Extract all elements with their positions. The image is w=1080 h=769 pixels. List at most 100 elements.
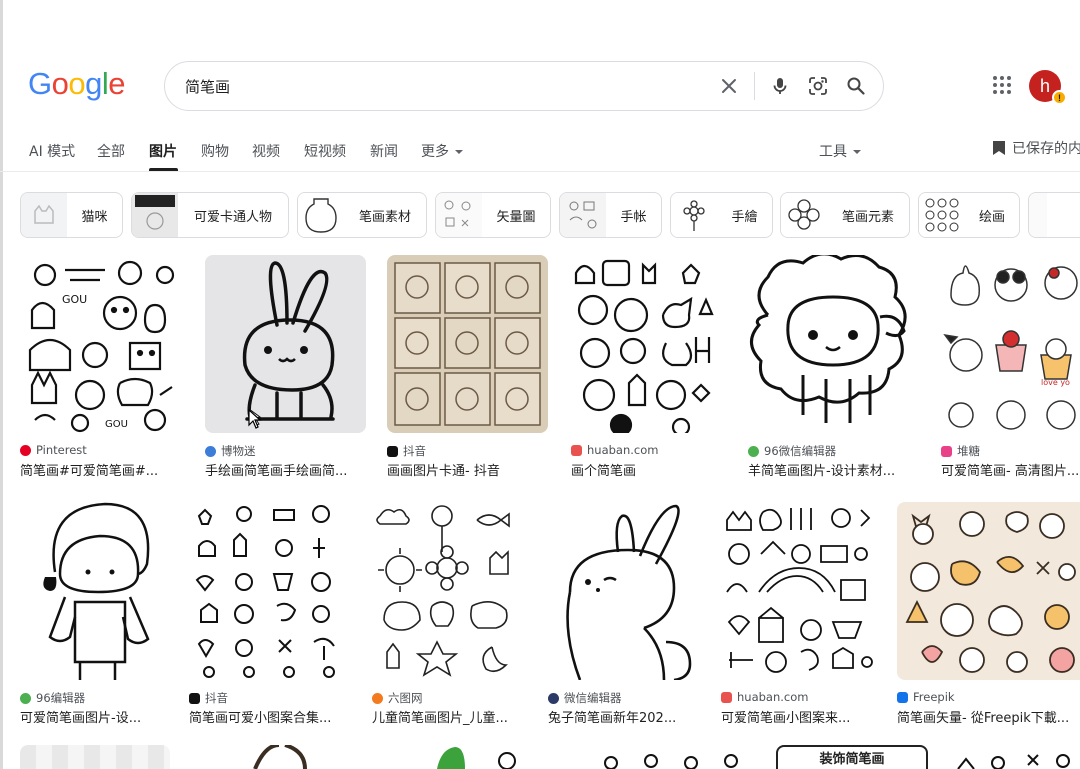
result-source[interactable]: 抖音 <box>189 690 228 706</box>
image-result[interactable]: 抖音 简笔画可爱小图案合集... <box>189 502 349 726</box>
source-label: 堆糖 <box>957 444 980 458</box>
svg-text:love yo: love yo <box>1041 378 1070 387</box>
logo-letter: g <box>85 66 102 101</box>
search-input[interactable] <box>185 77 710 95</box>
chip-label: 手帐 <box>620 209 647 225</box>
result-thumbnail[interactable] <box>387 255 548 433</box>
chip-thumbnail <box>132 193 178 237</box>
result-source[interactable]: Freepik <box>897 690 955 704</box>
image-result-partial[interactable] <box>387 745 547 769</box>
tools-button[interactable]: 工具 <box>819 141 861 161</box>
image-result[interactable]: 六图网 儿童简笔画图片_儿童... <box>372 502 522 726</box>
lens-icon[interactable] <box>799 67 837 105</box>
result-caption[interactable]: 简笔画可爱小图案合集... <box>189 707 349 726</box>
chip-handbook[interactable]: 手帐 <box>559 192 662 238</box>
tab-all[interactable]: 全部 <box>97 141 125 161</box>
image-result[interactable]: huaban.com 画个简笔画 <box>571 255 723 479</box>
result-thumbnail[interactable] <box>372 502 522 680</box>
result-thumbnail[interactable]: love yo <box>941 255 1080 433</box>
result-caption[interactable]: 兔子简笔画新年202... <box>548 707 698 726</box>
chevron-down-icon <box>455 150 463 154</box>
result-source[interactable]: 六图网 <box>372 690 423 706</box>
image-result[interactable]: 博物迷 手绘画简笔画手绘画简... <box>205 255 366 479</box>
google-logo[interactable]: Google <box>28 66 126 102</box>
result-caption[interactable]: 可爱简笔画- 高清图片... <box>941 460 1080 479</box>
result-caption[interactable]: 羊简笔画图片-设计素材... <box>748 460 918 479</box>
chip-more-partial[interactable] <box>1028 192 1080 238</box>
result-thumbnail[interactable] <box>748 255 918 433</box>
result-thumbnail[interactable] <box>897 502 1080 680</box>
source-label: Freepik <box>913 690 955 704</box>
tab-ai-mode[interactable]: AI 模式 <box>29 141 75 161</box>
result-source[interactable]: 博物迷 <box>205 443 256 459</box>
tab-short-videos[interactable]: 短视频 <box>304 141 346 161</box>
image-result-partial[interactable] <box>205 743 365 769</box>
close-icon[interactable] <box>710 67 748 105</box>
account-avatar[interactable]: h ! <box>1029 70 1067 105</box>
result-source[interactable]: 抖音 <box>387 443 426 459</box>
image-result[interactable]: 抖音 画画图片卡通- 抖音 <box>387 255 548 479</box>
result-caption[interactable]: 画个简笔画 <box>571 460 723 479</box>
tab-images[interactable]: 图片 <box>149 141 177 161</box>
chip-drawing[interactable]: 绘画 <box>918 192 1020 238</box>
warning-badge-icon: ! <box>1052 90 1067 105</box>
tab-videos[interactable]: 视频 <box>252 141 280 161</box>
source-label: Pinterest <box>36 443 87 457</box>
result-thumbnail[interactable] <box>20 502 165 680</box>
chevron-down-icon <box>853 150 861 154</box>
chip-stroke-material[interactable]: 笔画素材 <box>297 192 427 238</box>
saved-items-link[interactable]: 已保存的内 <box>992 138 1080 158</box>
source-label: 96微信编辑器 <box>764 444 837 458</box>
result-source[interactable]: huaban.com <box>571 443 658 457</box>
image-result-partial[interactable] <box>20 745 170 769</box>
search-icon[interactable] <box>837 67 875 105</box>
result-source[interactable]: 96微信编辑器 <box>748 443 836 459</box>
result-source[interactable]: 96编辑器 <box>20 690 85 706</box>
douyin-icon <box>189 692 200 704</box>
result-caption[interactable]: 简笔画#可爱简笔画#... <box>20 460 180 479</box>
result-caption[interactable]: 可爱简笔画图片-设... <box>20 707 165 726</box>
result-thumbnail[interactable] <box>205 255 366 433</box>
tab-shopping[interactable]: 购物 <box>201 141 229 161</box>
result-caption[interactable]: 手绘画简笔画手绘画简... <box>205 460 366 479</box>
apps-grid-icon[interactable] <box>990 73 1014 97</box>
chip-hand-drawn[interactable]: 手繪 <box>670 192 773 238</box>
tab-news[interactable]: 新闻 <box>370 141 398 161</box>
image-result-partial[interactable]: 装饰简笔画 <box>776 745 928 769</box>
site-favicon-icon <box>548 692 559 704</box>
result-thumbnail[interactable] <box>189 502 349 680</box>
image-result[interactable]: 96编辑器 可爱简笔画图片-设... <box>20 502 165 726</box>
source-label: huaban.com <box>587 443 659 457</box>
freepik-icon <box>897 691 908 703</box>
image-result[interactable]: 微信编辑器 兔子简笔画新年202... <box>548 502 698 726</box>
chip-vector[interactable]: 矢量圖 <box>435 192 551 238</box>
result-source[interactable]: Pinterest <box>20 443 87 457</box>
result-thumbnail[interactable]: GOU GOU <box>20 255 180 433</box>
image-result[interactable]: huaban.com 可爱简笔画小图案来... <box>721 502 873 726</box>
image-result[interactable]: 96微信编辑器 羊简笔画图片-设计素材... <box>748 255 918 479</box>
mic-icon[interactable] <box>761 67 799 105</box>
result-caption[interactable]: 儿童简笔画图片_儿童... <box>372 707 522 726</box>
chip-stroke-elements[interactable]: 笔画元素 <box>780 192 910 238</box>
result-caption[interactable]: 可爱简笔画小图案来... <box>721 707 873 726</box>
result-source[interactable]: 堆糖 <box>941 443 980 459</box>
chip-label: 矢量圖 <box>496 209 536 225</box>
image-result[interactable]: GOU GOU Pinterest 简笔画#可爱简笔画#... <box>20 255 180 479</box>
image-result[interactable]: Freepik 简笔画矢量- 從Freepik下載... <box>897 502 1080 726</box>
chip-cute-cartoon[interactable]: 可爱卡通人物 <box>131 192 289 238</box>
result-source[interactable]: huaban.com <box>721 690 808 704</box>
result-thumbnail[interactable] <box>571 255 723 433</box>
saved-label: 已保存的内 <box>1012 141 1080 157</box>
image-result-partial[interactable] <box>571 745 751 769</box>
tab-more[interactable]: 更多 <box>421 141 463 161</box>
result-caption[interactable]: 简笔画矢量- 從Freepik下載... <box>897 707 1080 726</box>
result-thumbnail[interactable] <box>721 502 873 680</box>
chip-cat[interactable]: 猫咪 <box>20 192 123 238</box>
search-box[interactable] <box>164 61 884 111</box>
douyin-icon <box>387 445 398 457</box>
result-thumbnail[interactable] <box>548 502 698 680</box>
result-source[interactable]: 微信编辑器 <box>548 690 622 706</box>
image-result-partial[interactable] <box>948 745 1080 769</box>
result-caption[interactable]: 画画图片卡通- 抖音 <box>387 460 548 479</box>
image-result[interactable]: love yo 堆糖 可爱简笔画- 高清图片... <box>941 255 1080 479</box>
